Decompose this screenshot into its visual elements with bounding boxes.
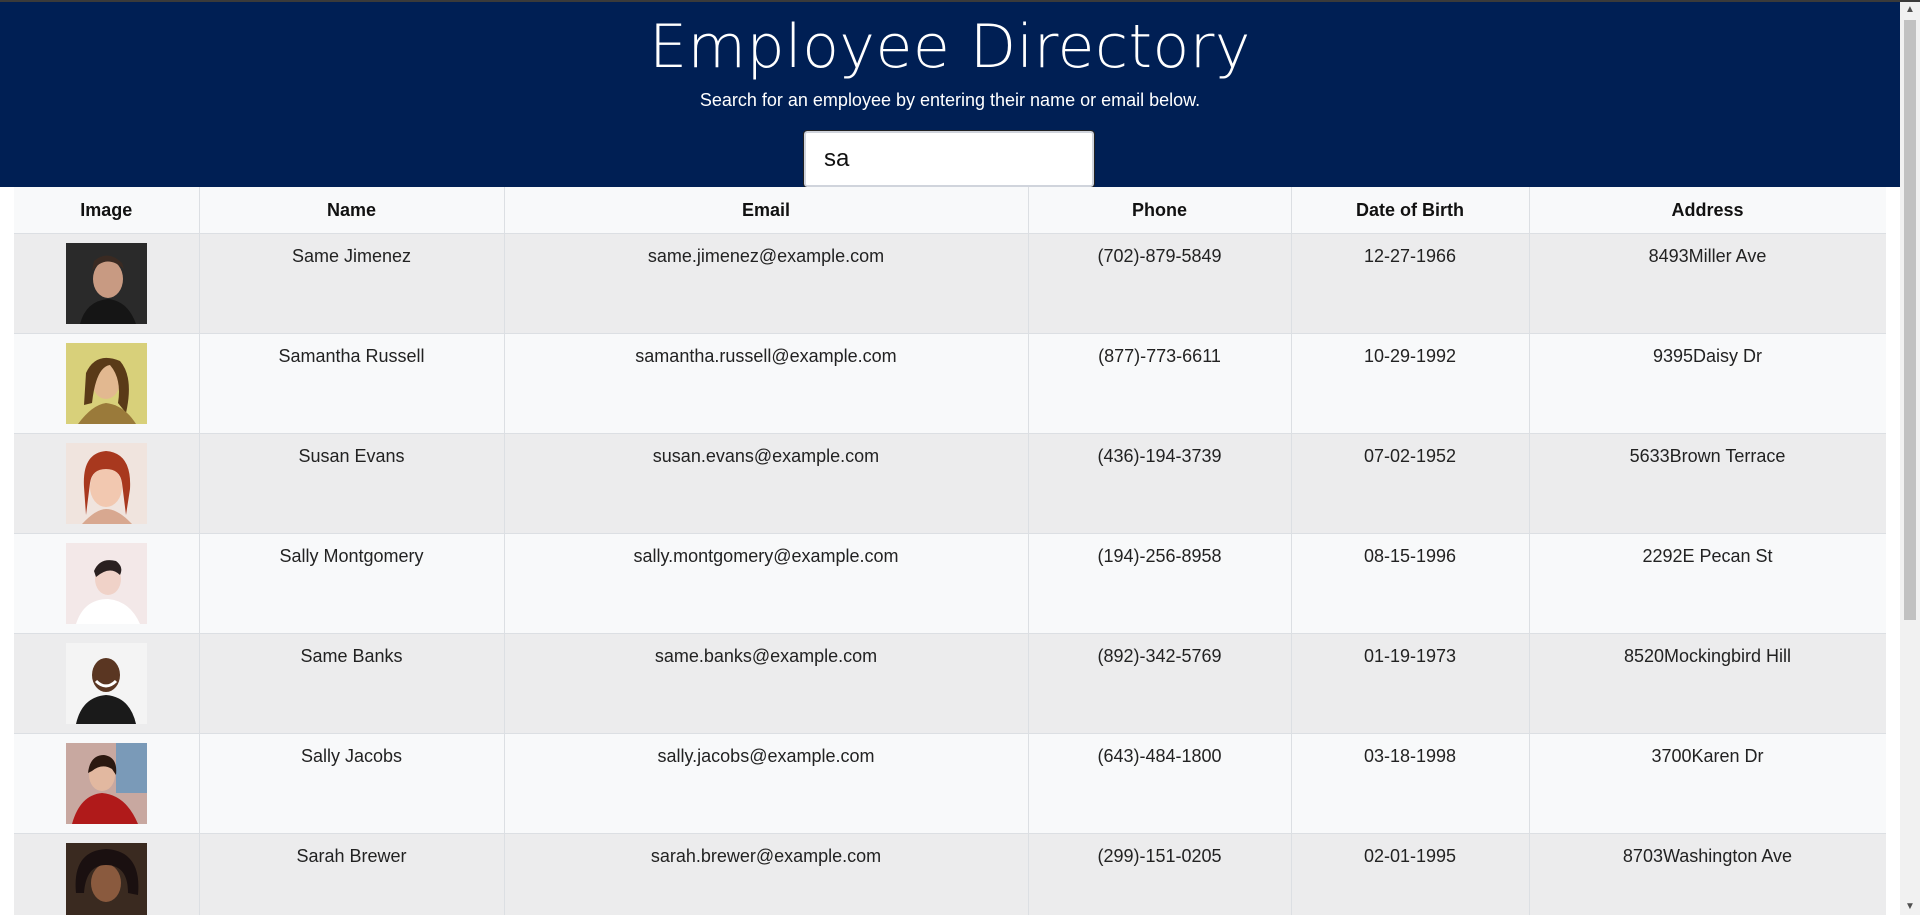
- image-cell: [14, 533, 200, 634]
- phone-cell: (194)-256-8958: [1028, 533, 1292, 634]
- phone-cell: (892)-342-5769: [1028, 633, 1292, 734]
- vertical-scrollbar[interactable]: ▲ ▼: [1900, 2, 1920, 915]
- table-row: Sarah Brewer sarah.brewer@example.com (2…: [14, 833, 1886, 915]
- name-cell: Sally Jacobs: [199, 733, 505, 834]
- email-cell: same.jimenez@example.com: [504, 233, 1029, 334]
- page-title: Employee Directory: [649, 12, 1251, 82]
- avatar: [65, 343, 147, 424]
- column-header-image[interactable]: Image: [14, 187, 200, 234]
- scroll-down-arrow-icon[interactable]: ▼: [1900, 899, 1920, 915]
- scrollbar-thumb[interactable]: [1904, 20, 1916, 620]
- image-cell: [14, 433, 200, 534]
- dob-cell: 12-27-1966: [1291, 233, 1530, 334]
- address-cell: 9395Daisy Dr: [1529, 333, 1886, 434]
- image-cell: [14, 833, 200, 915]
- column-header-email[interactable]: Email: [504, 187, 1029, 234]
- email-cell: same.banks@example.com: [504, 633, 1029, 734]
- address-cell: 8703Washington Ave: [1529, 833, 1886, 915]
- table-row: Susan Evans susan.evans@example.com (436…: [14, 433, 1886, 534]
- name-cell: Samantha Russell: [199, 333, 505, 434]
- address-cell: 8520Mockingbird Hill: [1529, 633, 1886, 734]
- phone-cell: (436)-194-3739: [1028, 433, 1292, 534]
- column-header-name[interactable]: Name: [199, 187, 505, 234]
- name-cell: Sarah Brewer: [199, 833, 505, 915]
- avatar: [65, 643, 147, 724]
- header-banner: Employee Directory Search for an employe…: [0, 2, 1900, 188]
- table-row: Same Jimenez same.jimenez@example.com (7…: [14, 233, 1886, 334]
- dob-cell: 01-19-1973: [1291, 633, 1530, 734]
- image-cell: [14, 233, 200, 334]
- avatar: [65, 743, 147, 824]
- phone-cell: (877)-773-6611: [1028, 333, 1292, 434]
- dob-cell: 07-02-1952: [1291, 433, 1530, 534]
- employee-table: Image Name Email Phone Date of Birth Add…: [14, 187, 1886, 915]
- address-cell: 5633Brown Terrace: [1529, 433, 1886, 534]
- email-cell: sarah.brewer@example.com: [504, 833, 1029, 915]
- table-row: Sally Montgomery sally.montgomery@exampl…: [14, 533, 1886, 634]
- name-cell: Same Banks: [199, 633, 505, 734]
- address-cell: 8493Miller Ave: [1529, 233, 1886, 334]
- email-cell: sally.jacobs@example.com: [504, 733, 1029, 834]
- table-row: Same Banks same.banks@example.com (892)-…: [14, 633, 1886, 734]
- table-row: Sally Jacobs sally.jacobs@example.com (6…: [14, 733, 1886, 834]
- column-header-address[interactable]: Address: [1529, 187, 1886, 234]
- phone-cell: (702)-879-5849: [1028, 233, 1292, 334]
- name-cell: Same Jimenez: [199, 233, 505, 334]
- email-cell: sally.montgomery@example.com: [504, 533, 1029, 634]
- avatar: [65, 243, 147, 324]
- image-cell: [14, 333, 200, 434]
- column-header-date-of-birth[interactable]: Date of Birth: [1291, 187, 1530, 234]
- column-header-phone[interactable]: Phone: [1028, 187, 1292, 234]
- table-header-row: Image Name Email Phone Date of Birth Add…: [14, 187, 1886, 234]
- phone-cell: (299)-151-0205: [1028, 833, 1292, 915]
- name-cell: Sally Montgomery: [199, 533, 505, 634]
- page-subtitle: Search for an employee by entering their…: [699, 90, 1201, 110]
- phone-cell: (643)-484-1800: [1028, 733, 1292, 834]
- address-cell: 3700Karen Dr: [1529, 733, 1886, 834]
- page: Employee Directory Search for an employe…: [0, 0, 1920, 915]
- dob-cell: 03-18-1998: [1291, 733, 1530, 834]
- dob-cell: 10-29-1992: [1291, 333, 1530, 434]
- image-cell: [14, 633, 200, 734]
- avatar: [65, 843, 147, 915]
- avatar: [65, 543, 147, 624]
- scroll-up-arrow-icon[interactable]: ▲: [1900, 2, 1920, 18]
- dob-cell: 08-15-1996: [1291, 533, 1530, 634]
- dob-cell: 02-01-1995: [1291, 833, 1530, 915]
- image-cell: [14, 733, 200, 834]
- email-cell: samantha.russell@example.com: [504, 333, 1029, 434]
- search-input[interactable]: [803, 130, 1095, 188]
- employee-table-container: Image Name Email Phone Date of Birth Add…: [14, 187, 1886, 915]
- name-cell: Susan Evans: [199, 433, 505, 534]
- email-cell: susan.evans@example.com: [504, 433, 1029, 534]
- table-row: Samantha Russell samantha.russell@exampl…: [14, 333, 1886, 434]
- address-cell: 2292E Pecan St: [1529, 533, 1886, 634]
- avatar: [65, 443, 147, 524]
